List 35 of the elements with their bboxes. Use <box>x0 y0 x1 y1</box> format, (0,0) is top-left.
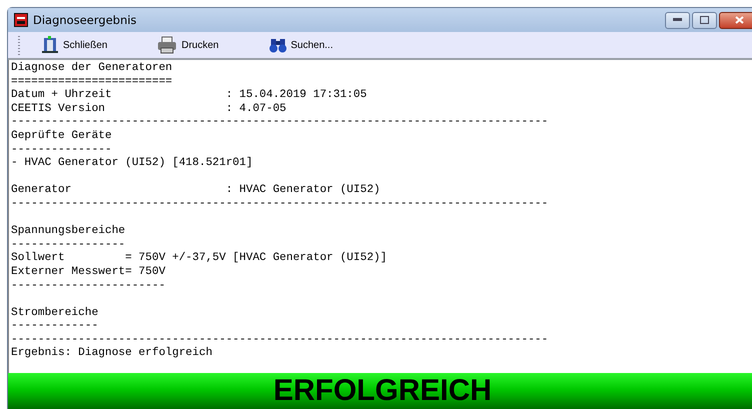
report-line: -------------------------------------------------------------------------------- <box>11 198 548 212</box>
maximize-button[interactable] <box>692 12 717 28</box>
close-button[interactable] <box>719 12 752 28</box>
door-icon <box>41 36 59 54</box>
report-line: -------------------------------------------------------------------------------- <box>11 116 548 130</box>
app-logo-icon <box>14 13 28 27</box>
report-line: Strombereiche <box>11 306 98 320</box>
report-line: CEETIS Version : 4.07-05 <box>11 102 286 116</box>
report-line: - HVAC Generator (UI52) [418.521r01] <box>11 157 253 171</box>
report-line: Ergebnis: Diagnose erfolgreich <box>11 347 212 362</box>
report-line: ----------------- <box>11 238 126 252</box>
result-text: ERFOLGREICH <box>273 375 492 407</box>
printer-icon <box>157 36 178 54</box>
report-line: --------------- <box>11 144 112 158</box>
toolbar-button[interactable]: Schließen <box>37 34 112 56</box>
binoculars-icon <box>268 37 287 53</box>
window-title: Diagnoseergebnis <box>33 13 137 27</box>
report-line: ----------------------- <box>11 280 166 294</box>
report-line: Geprüfte Geräte <box>11 130 112 144</box>
report-line: -------------------------------------------------------------------------------- <box>11 334 548 346</box>
report-line: Diagnose der Generatoren <box>11 62 172 76</box>
toolbar-grip-icon <box>18 35 21 55</box>
report-line: ======================== <box>11 76 172 88</box>
toolbar-button[interactable]: Suchen... <box>264 35 337 55</box>
report-line: Generator : HVAC Generator (UI52) <box>11 184 380 198</box>
toolbar-button[interactable]: Drucken <box>153 34 223 56</box>
report-line: ------------- <box>11 320 98 334</box>
report-line: Externer Messwert= 750V <box>11 266 166 280</box>
minimize-icon <box>673 18 682 22</box>
close-icon <box>734 16 744 24</box>
maximize-icon <box>700 16 709 24</box>
minimize-button[interactable] <box>665 12 690 28</box>
report-line: Sollwert = 750V +/-37,5V [HVAC Generator (UI52)] <box>11 252 387 266</box>
report-line: Datum + Uhrzeit : 15.04.2019 17:31:05 <box>11 89 367 102</box>
report-line: Spannungsbereiche <box>11 225 126 239</box>
